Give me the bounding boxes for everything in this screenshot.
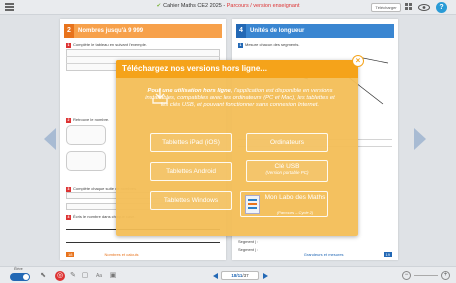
computers-button[interactable]: Ordinateurs xyxy=(246,133,328,152)
zoom-slider[interactable] xyxy=(414,275,438,276)
number-cloud xyxy=(66,151,106,171)
zoom-out-icon[interactable]: − xyxy=(402,271,411,280)
usb-button[interactable]: Clé USB (Version portable PC) xyxy=(246,160,328,182)
page-footer: 18 Nombres et calculs xyxy=(66,252,139,257)
text-icon[interactable]: Aa xyxy=(94,271,104,281)
next-page-arrow[interactable] xyxy=(414,128,426,150)
target-icon[interactable]: ◎ xyxy=(55,271,65,281)
chapter-number: 4 xyxy=(236,24,246,38)
mon-labo-button[interactable]: Mon Labo des Maths (Parcours – Cycle 2) xyxy=(240,191,328,217)
exercise-instruction: 1 Complète le tableau en suivant l'exempl… xyxy=(66,42,147,48)
book-cover-icon xyxy=(245,195,260,214)
help-icon[interactable]: ? xyxy=(436,2,447,13)
dialog-title: Téléchargez nos versions hors ligne... xyxy=(122,64,267,73)
page-number-field[interactable]: 18/11/37 xyxy=(221,271,259,280)
comment-icon[interactable]: ▢ xyxy=(80,271,90,281)
zoom-in-icon[interactable]: + xyxy=(441,271,450,280)
next-page-icon[interactable] xyxy=(263,273,268,279)
windows-button[interactable]: Tablettes Windows xyxy=(150,191,232,210)
chapter-number: 2 xyxy=(64,24,74,38)
previous-page-icon[interactable] xyxy=(213,273,218,279)
android-button[interactable]: Tablettes Android xyxy=(150,162,232,181)
eye-icon[interactable] xyxy=(418,4,430,11)
dialog-header: Téléchargez nos versions hors ligne... xyxy=(116,60,358,78)
top-toolbar: ✔ Cahier Maths CE2 2025 - Parcours / vers… xyxy=(0,0,456,15)
dialog-description: Pour une utilisation hors ligne, l'appli… xyxy=(145,88,335,109)
pen-icon[interactable]: ✎ xyxy=(68,271,78,281)
download-button[interactable]: Télécharger xyxy=(371,3,401,12)
number-cloud xyxy=(66,125,106,145)
check-icon: ✔ xyxy=(156,3,162,9)
page-footer: Grandeurs et mesures 19 xyxy=(303,252,392,257)
previous-page-arrow[interactable] xyxy=(44,128,56,150)
ipad-button[interactable]: Tablettes iPad (iOS) xyxy=(150,133,232,152)
close-icon[interactable]: × xyxy=(352,55,364,67)
offline-versions-dialog: Téléchargez nos versions hors ligne... ×… xyxy=(116,55,364,236)
mode-toggle[interactable] xyxy=(10,273,30,281)
exercise-instruction: 1 Mesure chacun des segments. xyxy=(238,42,300,48)
mode-label: Élève xyxy=(14,267,23,271)
exercise-instruction: 2 Retrouve le nombre. xyxy=(66,117,110,123)
grid-view-icon[interactable] xyxy=(405,3,414,12)
chapter-title: Nombres jusqu'à 9 999 xyxy=(74,24,222,38)
pointer-icon[interactable]: ⬉ xyxy=(38,271,48,281)
segment-answer: Segment | : xyxy=(238,247,259,252)
segment-answer: Segment | : xyxy=(238,239,259,244)
chapter-title: Unités de longueur xyxy=(246,24,394,38)
image-icon[interactable]: ▣ xyxy=(108,271,118,281)
bottom-toolbar: Élève ⬉ ◎ ✎ ▢ Aa ▣ 18/11/37 − + xyxy=(0,266,456,283)
